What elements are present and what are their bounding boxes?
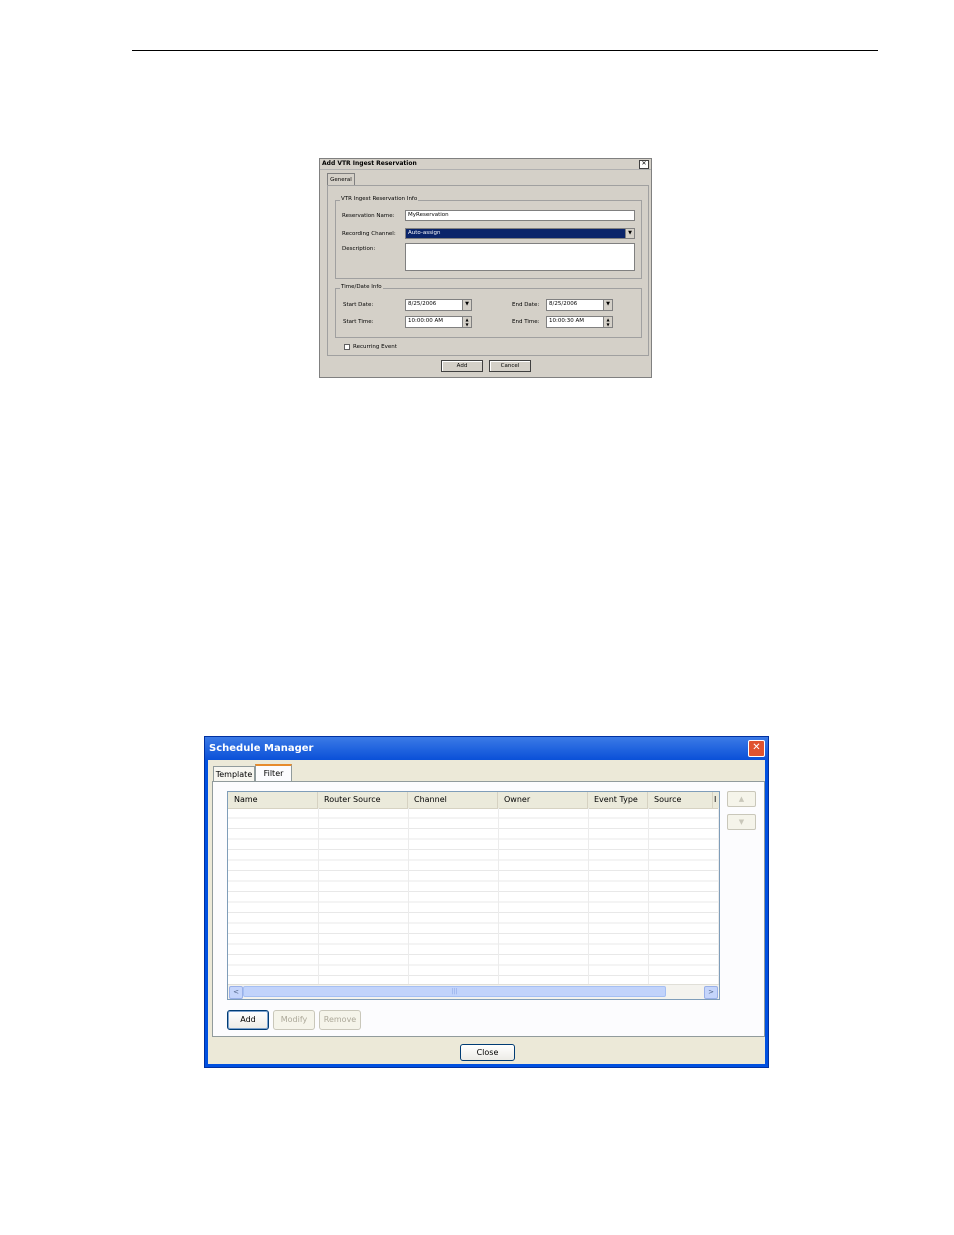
column-divider (408, 808, 409, 985)
close-button[interactable]: Close (460, 1044, 515, 1061)
recording-channel-select[interactable]: Auto-assign ▼ (405, 228, 635, 239)
reservation-info-group: VTR Ingest Reservation Info Reservation … (335, 196, 642, 279)
dialog-title: Schedule Manager (209, 743, 314, 754)
horizontal-scrollbar[interactable]: < ||| > (228, 984, 719, 999)
add-button[interactable]: Add (441, 360, 483, 372)
column-divider (648, 808, 649, 985)
close-icon[interactable]: ✕ (748, 740, 765, 757)
spinner-arrows-icon[interactable]: ▲ ▼ (462, 317, 471, 327)
recording-channel-label: Recording Channel: (342, 231, 396, 237)
chevron-down-icon[interactable]: ▼ (462, 300, 471, 310)
add-button[interactable]: Add (227, 1010, 269, 1030)
general-panel: VTR Ingest Reservation Info Reservation … (327, 185, 649, 356)
cancel-button[interactable]: Cancel (489, 360, 531, 372)
remove-button[interactable]: Remove (319, 1010, 361, 1030)
end-date-value: 8/25/2006 (549, 301, 578, 307)
end-time-label: End Time: (512, 319, 540, 325)
start-date-label: Start Date: (343, 302, 374, 308)
reservation-name-label: Reservation Name: (342, 213, 395, 219)
start-time-value: 10:00:00 AM (408, 318, 443, 324)
column-header-name[interactable]: Name (228, 792, 318, 808)
tab-filter[interactable]: Filter (255, 764, 292, 782)
recording-channel-value: Auto-assign (408, 230, 441, 236)
column-header-event-type[interactable]: Event Type (588, 792, 648, 808)
dialog-body: Template Filter Name Router Source Chann… (208, 760, 765, 1064)
spinner-arrows-icon[interactable]: ▲ ▼ (603, 317, 612, 327)
column-header-source[interactable]: Source (648, 792, 713, 808)
group-label: Time/Date Info (340, 284, 383, 290)
modify-button[interactable]: Modify (273, 1010, 315, 1030)
description-textarea[interactable] (405, 243, 635, 271)
scroll-right-icon[interactable]: > (704, 986, 718, 999)
list-rows (228, 808, 719, 985)
chevron-down-icon[interactable]: ▼ (625, 229, 634, 238)
tab-template[interactable]: Template (213, 766, 255, 782)
description-label: Description: (342, 246, 376, 252)
recurring-event-checkbox[interactable] (344, 344, 350, 350)
start-time-spinner[interactable]: 10:00:00 AM ▲ ▼ (405, 316, 472, 328)
column-header-router-source[interactable]: Router Source (318, 792, 408, 808)
dialog-title-bar: Add VTR Ingest Reservation ✕ (320, 159, 651, 170)
close-icon[interactable]: ✕ (639, 160, 649, 169)
reservation-name-input[interactable]: MyReservation (405, 210, 635, 221)
recurring-event-label: Recurring Event (353, 344, 397, 350)
column-header-owner[interactable]: Owner (498, 792, 588, 808)
schedule-list[interactable]: Name Router Source Channel Owner Event T… (227, 791, 720, 1000)
column-divider (718, 808, 719, 985)
dialog-title: Add VTR Ingest Reservation (322, 160, 417, 167)
start-time-label: Start Time: (343, 319, 374, 325)
move-up-button[interactable]: ▲ (727, 791, 756, 807)
scroll-left-icon[interactable]: < (229, 986, 243, 999)
column-header-truncated[interactable]: I (708, 792, 719, 808)
page-header-rule (132, 50, 878, 51)
column-divider (318, 808, 319, 985)
schedule-manager-dialog: Schedule Manager ✕ Template Filter Name … (204, 736, 769, 1068)
column-header-channel[interactable]: Channel (408, 792, 498, 808)
start-date-value: 8/25/2006 (408, 301, 437, 307)
move-down-button[interactable]: ▼ (727, 814, 756, 830)
scrollbar-thumb[interactable]: ||| (243, 986, 666, 997)
time-date-group: Time/Date Info Start Date: 8/25/2006 ▼ E… (335, 284, 642, 338)
end-date-label: End Date: (512, 302, 540, 308)
filter-panel: Name Router Source Channel Owner Event T… (212, 781, 765, 1037)
add-vtr-ingest-reservation-dialog: Add VTR Ingest Reservation ✕ General VTR… (319, 158, 652, 378)
column-divider (588, 808, 589, 985)
end-date-picker[interactable]: 8/25/2006 ▼ (546, 299, 613, 311)
end-time-spinner[interactable]: 10:00:30 AM ▲ ▼ (546, 316, 613, 328)
start-date-picker[interactable]: 8/25/2006 ▼ (405, 299, 472, 311)
dialog-title-bar: Schedule Manager ✕ (205, 737, 768, 760)
list-header: Name Router Source Channel Owner Event T… (228, 792, 719, 809)
column-divider (498, 808, 499, 985)
chevron-down-icon[interactable]: ▼ (603, 300, 612, 310)
group-label: VTR Ingest Reservation Info (340, 196, 419, 202)
end-time-value: 10:00:30 AM (549, 318, 584, 324)
